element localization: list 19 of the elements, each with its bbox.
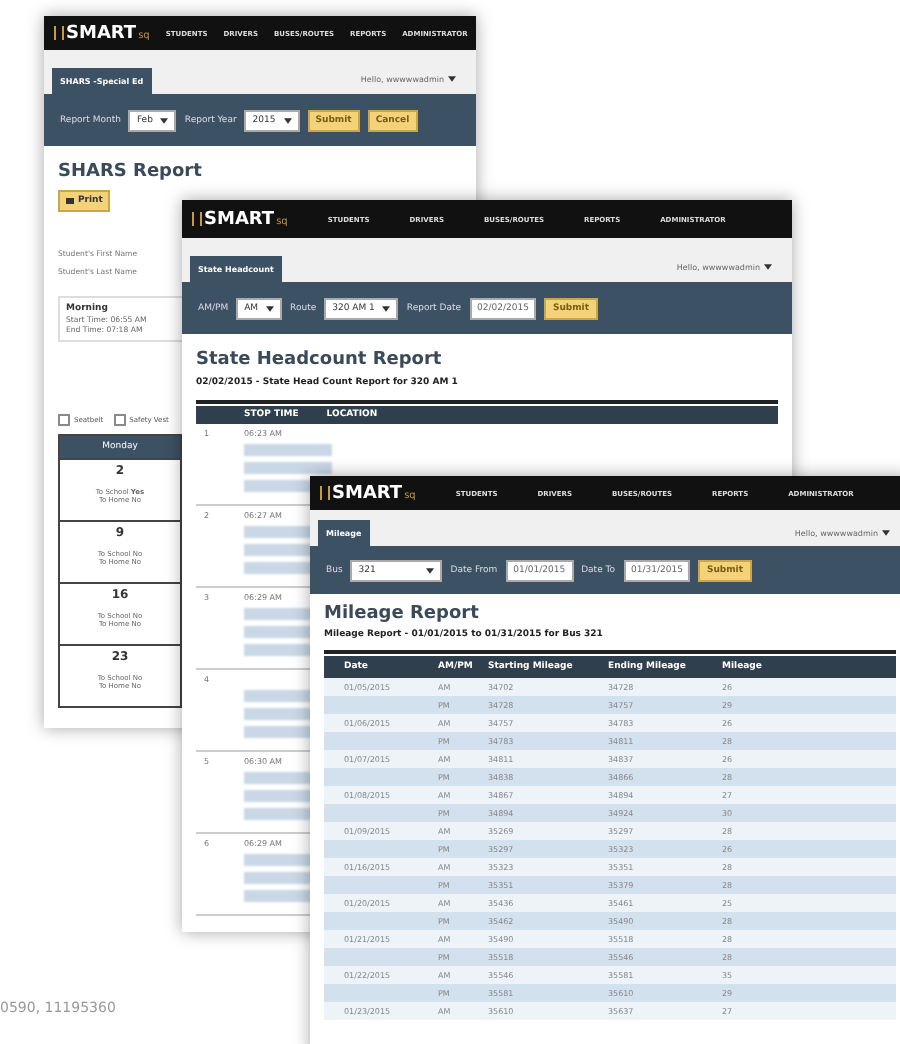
printer-icon: [66, 198, 74, 204]
report-title: Mileage Report: [324, 604, 479, 624]
caret-icon: [382, 305, 391, 311]
checkbox[interactable]: [113, 414, 126, 426]
caret-icon: [266, 305, 275, 311]
caret-icon: [160, 117, 169, 123]
caret-icon: [426, 567, 435, 573]
logo-mark-icon: [54, 26, 64, 40]
caret-icon: [764, 263, 772, 269]
caret-icon: [448, 75, 456, 81]
logo-mark-icon: [192, 212, 202, 226]
blurred-text: [244, 462, 332, 474]
report-title: State Headcount Report: [196, 350, 442, 370]
logo-mark-icon: [320, 486, 330, 500]
checkbox[interactable]: [58, 414, 70, 426]
caret-icon: [882, 529, 890, 535]
blurred-text: [244, 444, 332, 456]
report-title: SHARS Report: [58, 162, 202, 182]
caret-icon: [283, 117, 292, 123]
